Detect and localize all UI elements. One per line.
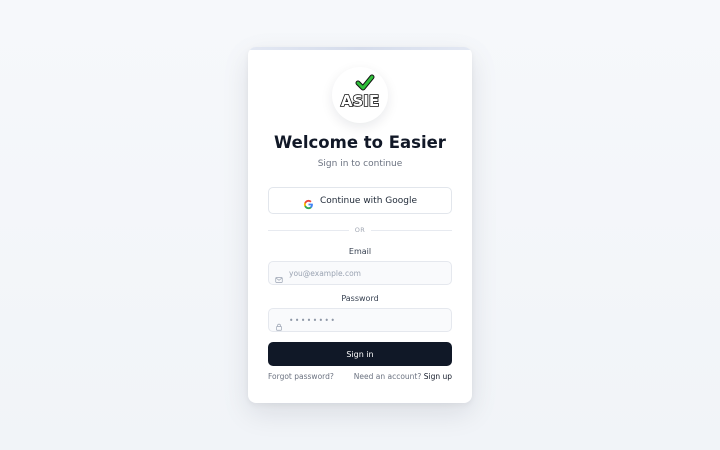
- footer-links: Forgot password? Need an account? Sign u…: [268, 372, 452, 381]
- card-top-accent: [248, 47, 472, 50]
- need-account-text: Need an account?: [353, 372, 422, 381]
- app-logo: ASIE: [332, 67, 388, 123]
- password-field[interactable]: [268, 308, 452, 332]
- forgot-password-link[interactable]: Forgot password?: [268, 372, 334, 381]
- signup-prompt: Need an account? Sign up: [354, 372, 452, 381]
- google-signin-button[interactable]: Continue with Google: [268, 187, 452, 214]
- page-subtitle: Sign in to continue: [317, 159, 403, 169]
- email-label: Email: [348, 247, 372, 256]
- lock-icon: [275, 316, 283, 331]
- page-title: Welcome to Easier: [274, 133, 446, 152]
- google-icon: [303, 195, 314, 210]
- signin-button[interactable]: Sign in: [268, 342, 452, 366]
- logo-text: ASIE: [341, 92, 379, 110]
- password-label: Password: [341, 294, 379, 303]
- login-card: ASIE Welcome to Easier Sign in to contin…: [248, 47, 472, 403]
- google-button-label: Continue with Google: [319, 195, 418, 206]
- email-input[interactable]: [289, 268, 439, 278]
- or-divider: OR: [268, 225, 453, 235]
- email-field[interactable]: [268, 261, 452, 285]
- divider-line-right: [371, 229, 453, 231]
- mail-icon: [275, 269, 283, 283]
- divider-text: OR: [354, 226, 366, 234]
- divider-line-left: [268, 229, 349, 231]
- password-input[interactable]: [289, 315, 439, 325]
- logo-graphic: ASIE: [340, 74, 380, 111]
- signup-link[interactable]: Sign up: [424, 372, 452, 381]
